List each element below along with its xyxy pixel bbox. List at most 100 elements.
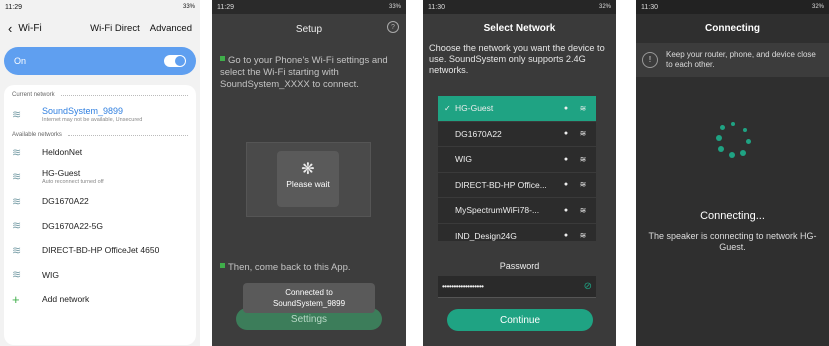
spinner-dot — [729, 152, 735, 158]
network-status: Auto reconnect turned off — [42, 179, 104, 186]
lock-icon: ● — [563, 130, 569, 138]
wifi-header: ‹ Wi-Fi Wi-Fi Direct Advanced — [0, 14, 200, 42]
wifi-toggle-bar[interactable]: On — [4, 47, 196, 75]
network-name: IND_Design24G — [455, 230, 517, 241]
status-battery: 33% — [182, 4, 195, 10]
divider — [67, 134, 188, 136]
list-item[interactable]: DG1670A22 ● ≋ — [438, 122, 596, 147]
divider — [60, 94, 188, 96]
password-label: Password — [499, 261, 540, 271]
proximity-warning: ! Keep your router, phone, and device cl… — [636, 43, 829, 77]
wifi-icon: ≋ — [579, 154, 587, 164]
status-battery: 32% — [598, 4, 611, 10]
status-battery: 32% — [811, 4, 824, 10]
current-network-item[interactable]: ≋ SoundSystem_9899 Internet may not be a… — [4, 100, 196, 128]
status-time: 11:29 — [5, 3, 22, 11]
network-name: WIG — [455, 154, 472, 165]
list-item[interactable]: MySpectrumWiFi78-... ● ≋ — [438, 198, 596, 224]
network-name: DIRECT-BD-HP Office... — [455, 179, 547, 190]
lock-icon: ● — [563, 232, 569, 240]
spinner-icon: ❋ — [301, 161, 315, 178]
toast-line: Connected to — [285, 288, 333, 297]
instruction-step-2: Then, come back to this App. — [212, 262, 406, 274]
password-field[interactable]: •••••••••••••••••• ⊘ — [438, 276, 596, 298]
network-name: HG-Guest — [455, 103, 494, 114]
list-item[interactable]: ≋ HG-Guest Auto reconnect turned off — [4, 165, 196, 190]
setup-screen: 11:29 33% Setup ? Go to your Phone's Wi-… — [212, 0, 406, 346]
advanced-button[interactable]: Advanced — [150, 23, 192, 34]
network-list[interactable]: ✓ HG-Guest ● ≋ DG1670A22 ● ≋ WIG ● ≋ DIR… — [438, 96, 596, 241]
add-network-button[interactable]: + Add network — [4, 287, 196, 312]
list-item[interactable]: ≋ DG1670A22 — [4, 189, 196, 214]
wifi-lock-icon: ≋ — [12, 195, 22, 208]
wifi-lock-icon: ≋ — [12, 244, 22, 257]
wait-text: Please wait — [286, 179, 330, 189]
bullet-icon — [220, 56, 225, 61]
list-item[interactable]: ≋ HeldonNet — [4, 140, 196, 165]
list-item[interactable]: IND_Design24G ● ≋ — [438, 224, 596, 242]
status-bar: 11:30 32% — [423, 0, 616, 14]
wifi-lock-icon: ≋ — [12, 220, 22, 233]
page-title: Select Network — [483, 23, 556, 34]
lock-icon: ● — [563, 206, 569, 214]
wifi-lock-icon: ≋ — [12, 171, 22, 184]
network-name: MySpectrumWiFi78-... — [455, 205, 540, 216]
connecting-description: The speaker is connecting to network HG-… — [648, 231, 817, 252]
wifi-settings-screen: 11:29 33% ‹ Wi-Fi Wi-Fi Direct Advanced … — [0, 0, 200, 346]
spinner-icon — [716, 122, 752, 158]
spinner-dot — [731, 122, 735, 126]
status-bar: 11:29 33% — [0, 0, 200, 14]
spinner-dot — [743, 128, 747, 132]
back-icon[interactable]: ‹ — [8, 21, 12, 36]
connected-toast: Connected to SoundSystem_9899 — [243, 283, 375, 313]
instruction-step-1: Go to your Phone's Wi-Fi settings and se… — [212, 55, 406, 91]
status-bar: 11:29 33% — [212, 0, 406, 14]
continue-button[interactable]: Continue — [447, 309, 593, 331]
network-name: HeldonNet — [42, 147, 83, 158]
page-title: Wi-Fi — [18, 22, 42, 34]
toast-line: SoundSystem_9899 — [272, 299, 346, 308]
title-text: Setup — [295, 23, 323, 35]
warning-text: Keep your router, phone, and device clos… — [666, 50, 816, 69]
spinner-dot — [746, 139, 751, 144]
check-icon: ✓ — [444, 103, 451, 113]
current-network-header: Current network — [4, 88, 196, 100]
list-item[interactable]: ≋ DG1670A22-5G — [4, 214, 196, 239]
lock-icon: ● — [563, 155, 569, 163]
spinner-dot — [740, 150, 746, 156]
spinner-dot — [720, 125, 725, 130]
status-time: 11:29 — [217, 3, 234, 11]
list-item[interactable]: ≋ WIG — [4, 263, 196, 288]
network-name: DG1670A22 — [42, 196, 89, 207]
eye-off-icon[interactable]: ⊘ — [584, 281, 592, 292]
page-title: Setup ? — [212, 14, 406, 44]
list-item[interactable]: ≋ DIRECT-BD-HP OfficeJet 4650 — [4, 238, 196, 263]
list-item[interactable]: ✓ HG-Guest ● ≋ — [438, 96, 596, 122]
status-time: 11:30 — [428, 3, 445, 11]
page-title: Connecting — [705, 23, 760, 34]
connecting-status: Connecting... — [700, 210, 765, 222]
network-name: HG-Guest — [42, 168, 81, 179]
connecting-screen: 11:30 32% Connecting ! Keep your router,… — [636, 0, 829, 346]
lock-icon: ● — [563, 181, 569, 189]
wifi-lock-icon: ≋ — [12, 146, 22, 159]
section-label: Available networks — [12, 132, 62, 138]
wifi-icon: ≋ — [579, 205, 587, 215]
wifi-on-label: On — [14, 56, 27, 66]
select-network-screen: 11:30 32% Select Network Choose the netw… — [423, 0, 616, 346]
network-status: Internet may not be available, Unsecured — [42, 116, 143, 123]
section-label: Current network — [12, 92, 55, 98]
plus-icon: + — [12, 291, 20, 307]
help-icon[interactable]: ? — [387, 21, 399, 33]
list-item[interactable]: WIG ● ≋ — [438, 147, 596, 173]
wifi-toggle-switch[interactable] — [164, 55, 186, 67]
password-value[interactable]: •••••••••••••••••• — [442, 282, 584, 291]
add-network-label: Add network — [42, 294, 90, 305]
wifi-direct-button[interactable]: Wi-Fi Direct — [90, 23, 140, 34]
wifi-icon: ≋ — [579, 103, 587, 113]
available-networks-header: Available networks — [4, 128, 196, 140]
lock-icon: ● — [563, 104, 569, 112]
description: Choose the network you want the device t… — [429, 43, 605, 75]
list-item[interactable]: DIRECT-BD-HP Office... ● ≋ — [438, 173, 596, 198]
status-bar: 11:30 32% — [636, 0, 829, 14]
